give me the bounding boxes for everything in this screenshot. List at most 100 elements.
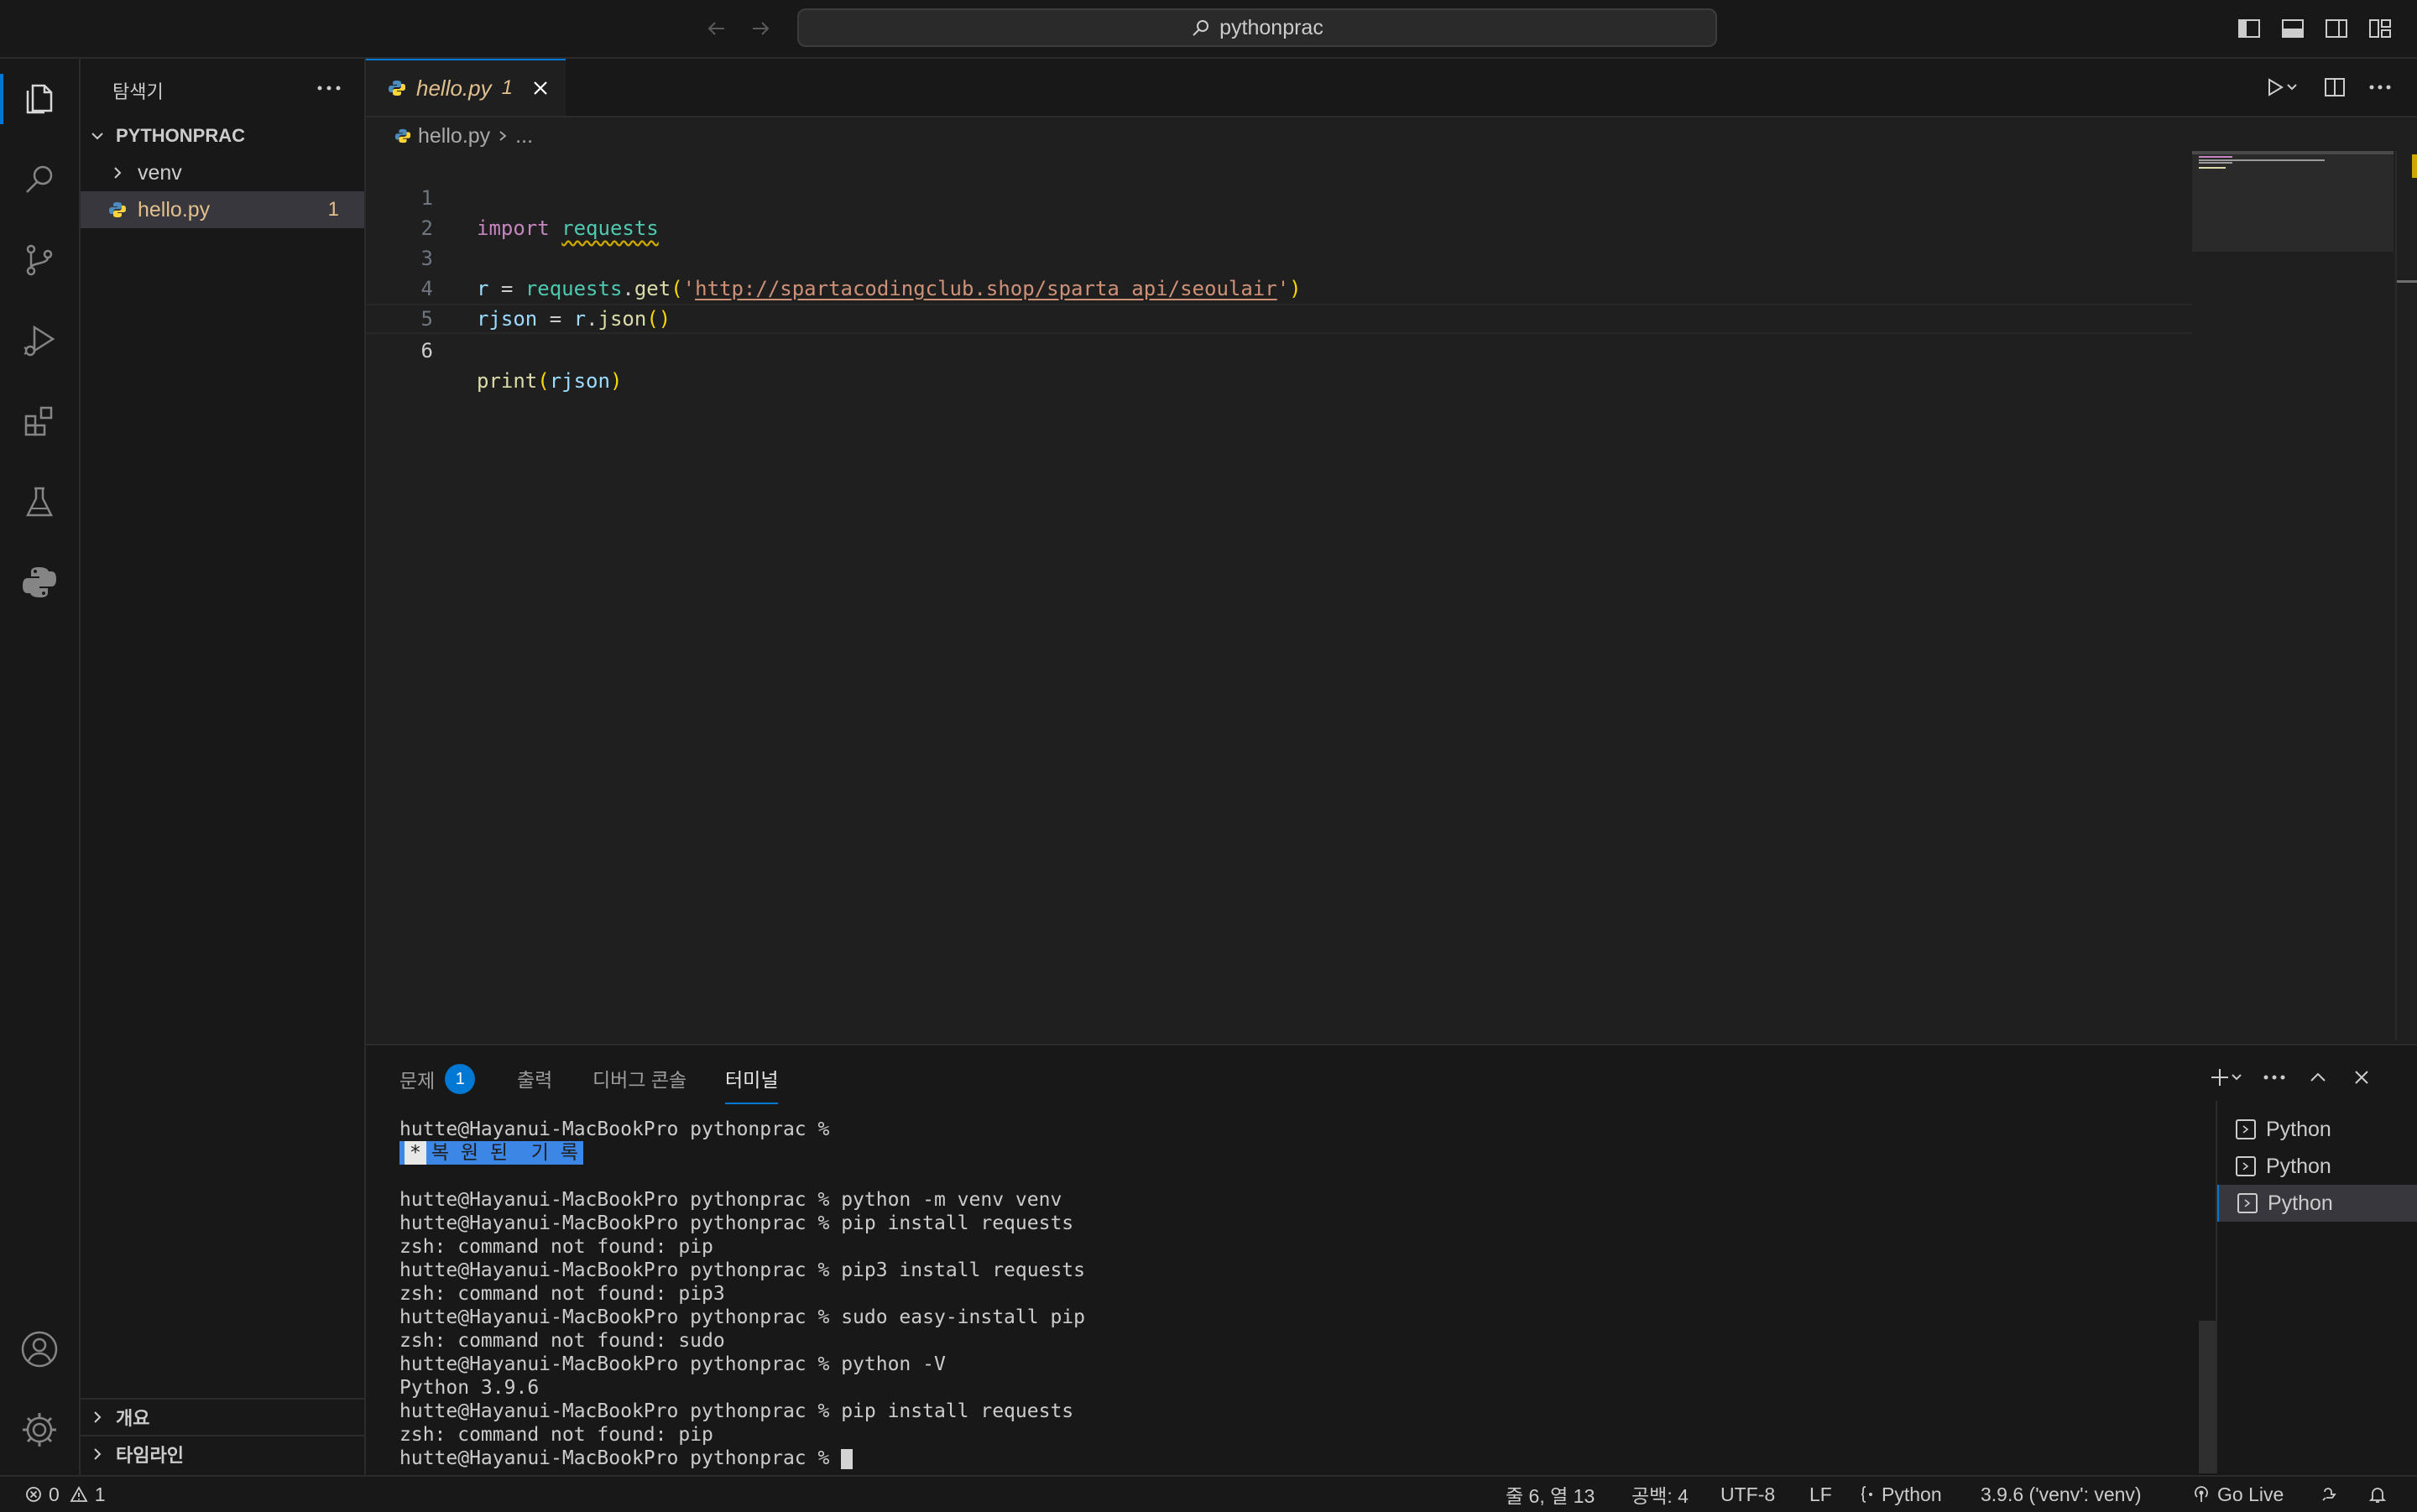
token: ) [609, 369, 623, 393]
language-label: Python [1882, 1483, 1942, 1505]
source-control-icon[interactable] [0, 220, 79, 300]
explorer-icon[interactable] [0, 59, 79, 139]
folder-name: PYTHONPRAC [116, 125, 246, 146]
extensions-icon[interactable] [0, 381, 79, 461]
title-bar: pythonprac [0, 0, 2417, 59]
tab-problems[interactable]: 문제 1 [399, 1064, 476, 1094]
token: ( [537, 369, 550, 393]
go-live-button[interactable]: Go Live [2192, 1477, 2284, 1512]
end-of-line[interactable]: LF [1809, 1477, 1832, 1512]
run-python-file-button[interactable] [2258, 70, 2306, 104]
run-and-debug-icon[interactable] [0, 300, 79, 381]
terminal-line: hutte@Hayanui-MacBookPro pythonprac % [399, 1118, 842, 1140]
terminal-output[interactable]: hutte@Hayanui-MacBookPro pythonprac % * 복… [399, 1118, 2417, 1470]
tab-label: 디버그 콘솔 [593, 1069, 687, 1091]
accounts-icon[interactable] [0, 1309, 79, 1389]
tab-terminal[interactable]: 터미널 [725, 1064, 779, 1104]
arrow-left-icon[interactable] [700, 12, 733, 45]
toggle-primary-sidebar-icon[interactable] [2232, 12, 2266, 45]
terminal-instance-active[interactable]: Python [2217, 1185, 2417, 1222]
language-mode[interactable]: Python [1860, 1477, 1942, 1512]
bell-icon[interactable] [2368, 1477, 2387, 1512]
account-feedback-icon[interactable] [2320, 1477, 2338, 1512]
code-line: 4 rjson = r.json() [366, 243, 2192, 331]
warning-icon [70, 1486, 88, 1503]
tree-item-venv[interactable]: venv [81, 154, 364, 191]
terminal-line: hutte@Hayanui-MacBookPro pythonprac % pi… [399, 1212, 1074, 1234]
chevron-right-icon [106, 161, 129, 185]
tab-problem-badge: 1 [501, 76, 513, 99]
more-actions-icon[interactable] [2363, 70, 2397, 104]
maximize-panel-icon[interactable] [2301, 1061, 2335, 1094]
terminal-line: hutte@Hayanui-MacBookPro pythonprac % pi… [399, 1259, 1085, 1281]
new-terminal-button[interactable] [2204, 1061, 2249, 1094]
more-actions-icon[interactable] [314, 76, 344, 101]
close-icon[interactable] [528, 76, 553, 101]
problems-status[interactable]: 0 1 [25, 1477, 106, 1512]
breadcrumb: hello.py ... [394, 119, 533, 153]
folder-header-pythonprac[interactable]: PYTHONPRAC [81, 117, 364, 154]
python-interpreter[interactable]: 3.9.6 ('venv': venv) [1981, 1477, 2142, 1512]
toggle-panel-icon[interactable] [2276, 12, 2310, 45]
tab-debug-console[interactable]: 디버그 콘솔 [593, 1064, 686, 1092]
code-line: 3 r = requests.get('http://spartacodingc… [366, 213, 2192, 300]
code-editor[interactable]: 1 import requests 2 3 r = requests.get('… [366, 151, 2192, 1040]
token: rjson [549, 369, 610, 393]
tree-item-label: venv [138, 160, 182, 185]
terminal-line: zsh: command not found: pip3 [399, 1283, 725, 1305]
indentation[interactable]: 공백: 4 [1631, 1477, 1689, 1512]
terminal-line-restored: * 복 원 된 기 록 [399, 1141, 2417, 1165]
warning-count: 1 [94, 1483, 106, 1505]
terminal-line: hutte@Hayanui-MacBookPro pythonprac % py… [399, 1189, 1062, 1211]
more-actions-icon[interactable] [2258, 1061, 2291, 1094]
play-icon [2265, 77, 2285, 97]
problem-count-badge: 1 [327, 198, 339, 221]
code-line: 1 import requests [366, 153, 2192, 240]
close-icon[interactable] [2345, 1061, 2378, 1094]
code-line-current: 6 print(rjson) [366, 304, 2192, 393]
tab-output[interactable]: 출력 [517, 1064, 552, 1092]
encoding[interactable]: UTF-8 [1720, 1477, 1775, 1512]
code-line: 5 [366, 274, 2192, 331]
plus-icon [2210, 1067, 2230, 1087]
terminal-instance[interactable]: Python [2217, 1111, 2417, 1148]
tab-hello-py[interactable]: hello.py 1 [366, 59, 566, 116]
tab-label: 문제 [399, 1070, 436, 1092]
terminal-icon [2237, 1193, 2258, 1213]
terminal-scrollbar[interactable] [2199, 1321, 2216, 1473]
terminal-line: hutte@Hayanui-MacBookPro pythonprac % su… [399, 1306, 1085, 1328]
braces-icon [1860, 1485, 1875, 1504]
tree-item-hello-py[interactable]: hello.py 1 [81, 191, 364, 228]
tab-label: 출력 [517, 1069, 553, 1091]
command-center-search[interactable]: pythonprac [797, 8, 1717, 47]
customize-layout-icon[interactable] [2363, 12, 2397, 45]
split-editor-icon[interactable] [2318, 70, 2352, 104]
arrow-right-icon[interactable] [744, 12, 777, 45]
python-file-icon [388, 79, 406, 97]
terminal-line: hutte@Hayanui-MacBookPro pythonprac % py… [399, 1353, 946, 1375]
bottom-panel: 문제 1 출력 디버그 콘솔 터미널 hutte@Hayanui-MacBook… [366, 1044, 2417, 1477]
python-icon[interactable] [0, 542, 79, 623]
error-count: 0 [49, 1483, 60, 1505]
breadcrumb-file[interactable]: hello.py [418, 124, 490, 149]
terminal-line: hutte@Hayanui-MacBookPro pythonprac % pi… [399, 1400, 1074, 1422]
testing-flask-icon[interactable] [0, 461, 79, 542]
search-icon[interactable] [0, 139, 79, 220]
terminal-line: Python 3.9.6 [399, 1377, 540, 1399]
gear-icon[interactable] [0, 1389, 79, 1470]
section-outline[interactable]: 개요 [81, 1398, 364, 1435]
code-line: 2 [366, 183, 2192, 240]
editor-scrollbar[interactable] [2394, 151, 2417, 1040]
cursor-position[interactable]: 줄 6, 열 13 [1506, 1477, 1595, 1512]
breadcrumb-symbol[interactable]: ... [515, 124, 533, 149]
restored-star: * [405, 1141, 426, 1165]
section-timeline[interactable]: 타임라인 [81, 1435, 364, 1472]
toggle-secondary-sidebar-icon[interactable] [2320, 12, 2353, 45]
python-file-icon [106, 198, 129, 222]
terminal-instance[interactable]: Python [2217, 1148, 2417, 1185]
minimap[interactable] [2192, 151, 2394, 252]
chevron-down-icon [2285, 81, 2299, 94]
explorer-sidebar: 탐색기 PYTHONPRAC venv hello.py 1 개요 타임라인 [81, 59, 366, 1475]
terminal-line: zsh: command not found: pip [399, 1236, 713, 1258]
